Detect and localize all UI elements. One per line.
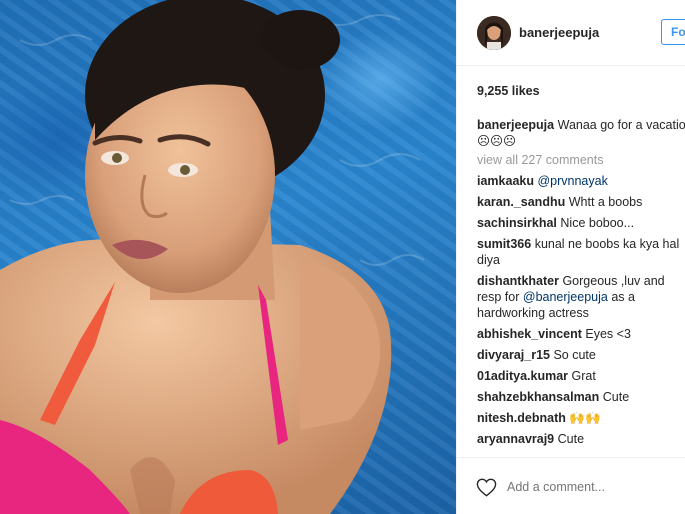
comment-username[interactable]: 01aditya.kumar bbox=[477, 369, 568, 383]
add-comment-input[interactable] bbox=[507, 480, 677, 494]
post-details-panel: banerjeepuja Fo 9,255 likes banerjeepuja… bbox=[456, 0, 685, 514]
comment-text: Whtt a boobs bbox=[568, 195, 643, 209]
comment-username[interactable]: abhishek_vincent bbox=[477, 327, 582, 341]
comment-item: iamkaaku @prvnnayak bbox=[477, 173, 685, 189]
comment-item: sachinsirkhal Nice boboo... bbox=[477, 215, 685, 231]
comment-username[interactable]: aryannavraj9 bbox=[477, 432, 554, 446]
comment-username[interactable]: divyaraj_r15 bbox=[477, 348, 550, 362]
comment-text: Cute bbox=[557, 432, 585, 446]
caption: banerjeepuja Wanaa go for a vacation aga… bbox=[477, 117, 685, 149]
caption-username[interactable]: banerjeepuja bbox=[477, 118, 554, 132]
comments-list: banerjeepuja Wanaa go for a vacation aga… bbox=[477, 117, 685, 452]
comment-text: So cute bbox=[553, 348, 596, 362]
post-header: banerjeepuja Fo bbox=[457, 0, 685, 66]
comment-text: Cute bbox=[602, 390, 630, 404]
comment-username[interactable]: sachinsirkhal bbox=[477, 216, 557, 230]
comment-mention-link[interactable]: @banerjeepuja bbox=[523, 290, 608, 304]
heart-icon[interactable] bbox=[476, 478, 497, 497]
comment-item: 01aditya.kumar Grat bbox=[477, 368, 685, 384]
comment-item: aryannavraj9 Cute bbox=[477, 431, 685, 447]
comment-username[interactable]: dishantkhater bbox=[477, 274, 559, 288]
comment-username[interactable]: shahzebkhansalman bbox=[477, 390, 599, 404]
comment-item: shahzebkhansalman Cute bbox=[477, 389, 685, 405]
follow-button[interactable]: Fo bbox=[661, 19, 685, 45]
comment-username[interactable]: iamkaaku bbox=[477, 174, 534, 188]
comment-item: abhishek_vincent Eyes <3 bbox=[477, 326, 685, 342]
likes-count[interactable]: 9,255 likes bbox=[477, 84, 540, 98]
comment-item: sumit366 kunal ne boobs ka kya hal diya bbox=[477, 236, 685, 268]
avatar-image bbox=[477, 16, 511, 50]
view-all-comments-link[interactable]: view all 227 comments bbox=[477, 152, 685, 168]
comment-item: divyaraj_r15 So cute bbox=[477, 347, 685, 363]
avatar[interactable] bbox=[477, 16, 511, 50]
comment-text: Nice boboo... bbox=[560, 216, 635, 230]
comment-username[interactable]: karan._sandhu bbox=[477, 195, 565, 209]
post-photo[interactable] bbox=[0, 0, 456, 514]
comment-item: nitesh.debnath 🙌🙌 bbox=[477, 410, 685, 426]
comment-text: Eyes <3 bbox=[585, 327, 631, 341]
comment-item: dishantkhater Gorgeous ,luv and resp for… bbox=[477, 273, 685, 321]
comment-mention-link[interactable]: @prvnnayak bbox=[537, 174, 607, 188]
comment-username[interactable]: sumit366 bbox=[477, 237, 531, 251]
comment-text: Grat bbox=[571, 369, 596, 383]
photo-illustration bbox=[0, 0, 425, 514]
post-author-username[interactable]: banerjeepuja bbox=[519, 25, 599, 40]
comment-text: 🙌🙌 bbox=[569, 411, 601, 425]
comment-item: karan._sandhu Whtt a boobs bbox=[477, 194, 685, 210]
post-footer bbox=[457, 457, 685, 514]
comment-username[interactable]: nitesh.debnath bbox=[477, 411, 566, 425]
